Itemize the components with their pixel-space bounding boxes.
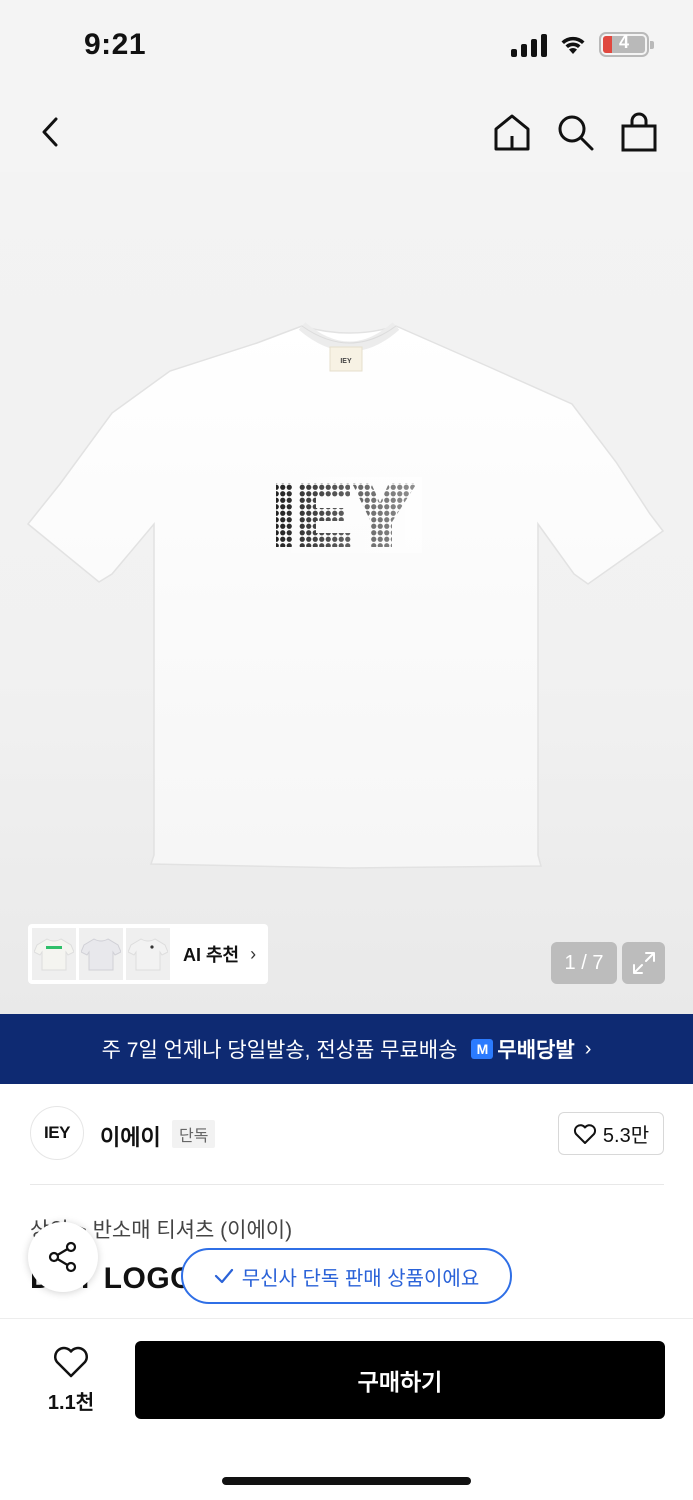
brand-like-button[interactable]: 5.3만 [558,1112,664,1155]
share-icon [48,1241,77,1273]
check-icon [214,1268,233,1284]
divider [30,1184,664,1185]
buy-button[interactable]: 구매하기 [135,1341,665,1419]
t-shirt-image: IEY [26,322,665,869]
t-shirt-thumbnail-icon [128,938,168,971]
expand-icon [632,952,655,974]
brand-name[interactable]: 이에이 [100,1120,161,1152]
brand-like-count: 5.3만 [602,1125,650,1147]
badge-text: 무배당발 [497,1039,575,1062]
wifi-icon [561,36,585,54]
search-button[interactable] [551,108,599,156]
home-icon [494,114,530,151]
shopping-bag-icon [621,112,657,152]
delivery-banner[interactable]: 주 7일 언제나 당일발송, 전상품 무료배송 M 무배당발 › [0,1014,693,1084]
recommend-thumbnail[interactable] [126,928,170,980]
dot-logo-print [270,477,422,553]
wishlist-button[interactable]: 1.1천 [36,1345,106,1415]
bottom-purchase-bar: 1.1천 구매하기 [0,1318,693,1500]
exclusive-tooltip: 무신사 단독 판매 상품이에요 [181,1248,512,1304]
brand-row: IEY 이에이 단독 5.3만 [0,1084,693,1184]
exclusive-tooltip-text: 무신사 단독 판매 상품이에요 [241,1267,480,1290]
status-bar: 9:21 4 [0,0,693,92]
t-shirt-thumbnail-icon [81,938,121,971]
t-shirt-thumbnail-icon [34,938,74,971]
expand-button[interactable] [622,942,665,984]
chevron-left-icon [42,117,58,147]
banner-text: 주 7일 언제나 당일발송, 전상품 무료배송 [101,1039,458,1062]
brand-logo[interactable]: IEY [30,1106,84,1160]
battery-level: 4 [618,32,629,52]
recommend-thumbnail[interactable] [79,928,123,980]
free-delivery-badge: M 무배당발 [471,1034,575,1064]
chevron-right-icon: › [250,943,257,964]
exclusive-tag: 단독 [172,1120,216,1148]
top-nav [0,92,693,172]
wishlist-count: 1.1천 [47,1392,95,1414]
battery-icon: 4 [599,32,654,57]
product-image[interactable]: IEY AI 추천 › 1 / 7 [0,172,693,1014]
status-time: 9:21 [84,28,147,61]
neck-label: IEY [340,358,352,365]
ai-recommend-label: AI 추천 [183,945,240,965]
share-button[interactable] [28,1222,98,1292]
heart-icon [573,1123,596,1144]
heart-icon [54,1346,88,1378]
home-indicator [222,1477,471,1485]
recommend-thumbnail[interactable] [32,928,76,980]
home-button[interactable] [488,108,536,156]
m-logo-icon: M [471,1039,494,1059]
cellular-signal-icon [511,33,547,57]
ai-recommend-panel[interactable]: AI 추천 › [28,924,268,984]
cart-button[interactable] [615,108,663,156]
chevron-right-icon: › [584,1037,592,1060]
search-icon [558,115,594,151]
back-button[interactable] [26,108,74,156]
status-icons: 4 [511,32,654,57]
image-counter: 1 / 7 [551,942,617,984]
